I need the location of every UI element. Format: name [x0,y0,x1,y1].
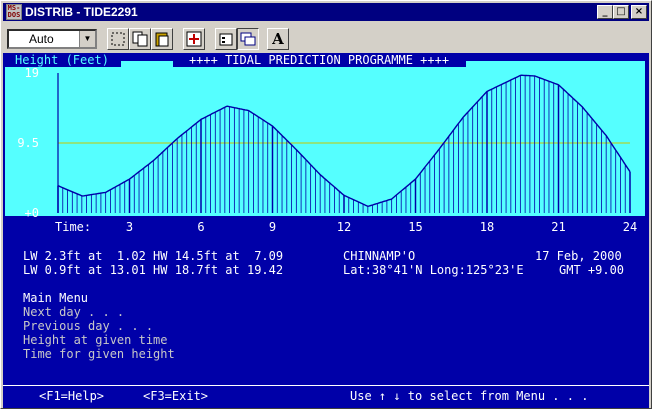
copy-icon[interactable] [129,28,151,50]
y-tick-label: +0 [25,206,39,220]
background-icon[interactable] [237,28,259,50]
x-axis-label: Time: [55,220,91,233]
chevron-down-icon[interactable]: ▼ [79,31,95,47]
y-tick-label: 9.5 [17,136,39,150]
x-tick-label: 3 [126,220,133,233]
x-tick-label: 6 [197,220,204,233]
menu-hint: Use ↑ ↓ to select from Menu . . . [350,389,589,403]
tide-chart: Height (Feet) ++++ TIDAL PREDICTION PROGR… [3,53,649,234]
menu-item-height-at-time[interactable]: Height at given time [23,333,168,347]
font-size-value: Auto [29,32,54,46]
font-button[interactable]: A [267,28,289,50]
paste-icon[interactable] [151,28,173,50]
chart-title: ++++ TIDAL PREDICTION PROGRAMME ++++ [189,53,449,67]
tide-times-line-1: LW 2.3ft at 1.02 HW 14.5ft at 7.09 [23,249,284,263]
menu-item-previous-day[interactable]: Previous day . . . [23,319,153,333]
x-tick-label: 21 [551,220,565,233]
msdos-icon[interactable]: MS-DOS [6,4,22,20]
x-tick-label: 18 [480,220,494,233]
status-bar: <F1=Help> <F3=Exit> Use ↑ ↓ to select fr… [3,385,649,406]
fullscreen-icon[interactable] [183,28,205,50]
window-title: DISTRIB - TIDE2291 [25,5,138,19]
dos-window: MS-DOS DISTRIB - TIDE2291 _ □ × Auto ▼ A [0,0,652,409]
tide-chart-svg: Height (Feet) ++++ TIDAL PREDICTION PROGR… [3,53,645,234]
x-tick-label: 12 [337,220,351,233]
menu-item-next-day[interactable]: Next day . . . [23,305,124,319]
menu-item-time-for-height[interactable]: Time for given height [23,347,175,361]
gmt-offset: GMT +9.00 [559,263,625,277]
mark-icon[interactable] [107,28,129,50]
toolbar: Auto ▼ A [3,23,649,53]
station-coords: Lat:38°41'N Long:125°23'E [343,263,524,277]
font-size-select[interactable]: Auto ▼ [7,29,97,49]
date: 17 Feb, 2000 [535,249,622,263]
y-axis-label: Height (Feet) [15,53,109,67]
tide-times-line-2: LW 0.9ft at 13.01 HW 18.7ft at 19.42 [23,263,284,277]
minimize-button[interactable]: _ [597,5,613,19]
close-button[interactable]: × [631,5,647,19]
exit-key[interactable]: <F3=Exit> [143,389,208,403]
menu-title: Main Menu [23,291,89,305]
maximize-button[interactable]: □ [613,5,629,19]
y-tick-label: 19 [25,66,39,80]
help-key[interactable]: <F1=Help> [39,389,104,403]
properties-icon[interactable] [215,28,237,50]
title-bar[interactable]: MS-DOS DISTRIB - TIDE2291 _ □ × [3,3,649,21]
x-tick-label: 9 [269,220,276,233]
x-tick-label: 15 [408,220,422,233]
station-name: CHINNAMP'O [343,249,416,263]
dos-screen: Height (Feet) ++++ TIDAL PREDICTION PROGR… [3,53,649,408]
x-tick-label: 24 [623,220,637,233]
